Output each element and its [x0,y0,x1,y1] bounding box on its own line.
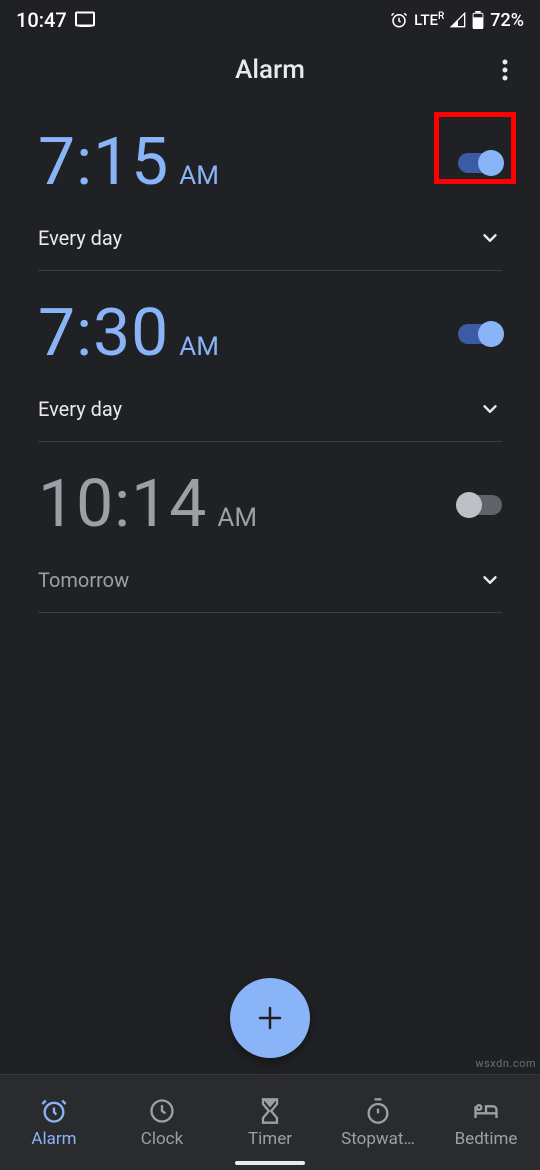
alarm-detail-row[interactable]: Tomorrow [38,568,502,592]
battery-icon [472,11,484,29]
nav-label: Stopwat… [341,1129,415,1149]
clock-icon [148,1097,176,1125]
nav-label: Clock [141,1129,183,1149]
app-header: Alarm [0,40,540,100]
alarm-item[interactable]: 7:30 AM Every day [38,271,502,442]
alarm-time[interactable]: 7:30 AM [38,301,219,367]
overflow-menu-button[interactable] [490,55,520,85]
chevron-down-icon [479,569,501,591]
cast-icon [75,8,95,32]
nav-tab-clock[interactable]: Clock [108,1075,216,1170]
alarm-repeat-label: Tomorrow [38,568,129,592]
nav-tab-alarm[interactable]: Alarm [0,1075,108,1170]
alarm-detail-row[interactable]: Every day [38,397,502,421]
alarm-time-row: 7:15 AM [38,130,502,196]
alarm-time[interactable]: 10:14 AM [38,472,257,538]
alarm-toggle[interactable] [458,495,502,515]
alarm-time-value: 10:14 [38,472,207,538]
alarm-time-value: 7:30 [38,301,169,367]
home-indicator[interactable] [235,1161,305,1165]
toggle-knob [478,321,504,347]
nav-label: Bedtime [455,1129,518,1149]
alarm-toggle[interactable] [458,153,502,173]
nav-label: Timer [248,1129,292,1149]
toggle-knob [478,150,504,176]
annotation-highlight-box [434,112,516,184]
stopwatch-icon [364,1097,392,1125]
alarm-status-icon [390,11,408,29]
alarm-time-row: 7:30 AM [38,301,502,367]
alarm-time-suffix: AM [179,161,219,191]
bottom-nav: Alarm Clock Timer Stopwat… Bedtime [0,1074,540,1170]
alarm-time-row: 10:14 AM [38,472,502,538]
nav-tab-timer[interactable]: Timer [216,1075,324,1170]
alarm-time-suffix: AM [217,503,257,533]
expand-icon [478,568,502,592]
watermark: wsxdn.com [475,1057,536,1070]
expand-icon [478,397,502,421]
alarm-repeat-label: Every day [38,226,122,250]
alarm-detail-row[interactable]: Every day [38,226,502,250]
toggle-knob [456,492,482,518]
status-right: LTER 72% [390,10,524,31]
alarm-icon [40,1097,68,1125]
plus-icon [255,1003,285,1033]
expand-icon [478,226,502,250]
more-vert-icon [502,59,508,81]
page-title: Alarm [235,55,305,85]
nav-tab-bedtime[interactable]: Bedtime [432,1075,540,1170]
status-bar: 10:47 LTER 72% [0,0,540,40]
chevron-down-icon [479,398,501,420]
signal-icon [450,12,466,28]
alarm-repeat-label: Every day [38,397,122,421]
alarm-toggle[interactable] [458,324,502,344]
hourglass-icon [256,1097,284,1125]
chevron-down-icon [479,227,501,249]
alarm-time-suffix: AM [179,332,219,362]
alarm-list: 7:15 AM Every day 7:30 AM E [0,100,540,613]
network-label: LTER [414,11,444,29]
bed-icon [472,1097,500,1125]
status-left: 10:47 [16,8,95,32]
status-time: 10:47 [16,8,67,32]
nav-label: Alarm [31,1129,76,1149]
add-alarm-button[interactable] [230,978,310,1058]
alarm-item[interactable]: 10:14 AM Tomorrow [38,442,502,613]
alarm-time-value: 7:15 [38,130,169,196]
alarm-item[interactable]: 7:15 AM Every day [38,100,502,271]
nav-tab-stopwatch[interactable]: Stopwat… [324,1075,432,1170]
alarm-time[interactable]: 7:15 AM [38,130,219,196]
battery-percent: 72% [490,10,524,31]
